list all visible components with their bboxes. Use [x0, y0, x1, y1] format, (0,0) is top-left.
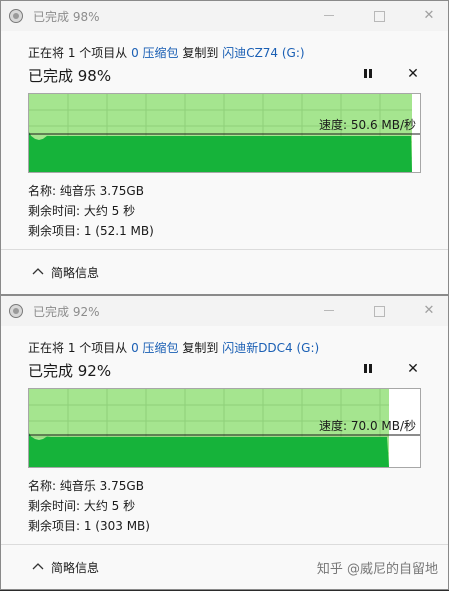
fewer-details-label: 简略信息	[51, 266, 100, 280]
cancel-button[interactable]: ✕	[405, 360, 421, 378]
time-remaining-row: 剩余时间: 大约 5 秒	[28, 204, 136, 218]
items-remaining-row: 剩余项目: 1 (303 MB)	[28, 519, 150, 533]
chevron-up-icon	[32, 563, 44, 570]
title-bar[interactable]: 已完成 92% ✕	[1, 296, 448, 326]
title-bar[interactable]: 已完成 98% ✕	[1, 1, 448, 31]
chevron-up-icon	[32, 268, 44, 275]
speed-graph: 速度: 70.0 MB/秒	[28, 388, 421, 468]
details: 名称: 纯音乐 3.75GB 剩余时间: 大约 5 秒 剩余项目: 1 (303…	[28, 476, 150, 536]
copy-description: 正在将 1 个项目从 0 压缩包 复制到 闪迪新DDC4 (G:)	[28, 339, 319, 356]
time-remaining-row: 剩余时间: 大约 5 秒	[28, 499, 136, 513]
source-link[interactable]: 0 压缩包	[131, 341, 178, 355]
copy-app-icon	[9, 9, 23, 23]
fewer-details-toggle[interactable]: 简略信息	[1, 250, 448, 296]
minimize-icon	[324, 310, 334, 311]
copy-dialog-2: 已完成 92% ✕ 正在将 1 个项目从 0 压缩包 复制到 闪迪新DDC4 (…	[0, 295, 449, 590]
desc-prefix: 正在将 1 个项目从	[28, 341, 132, 355]
speed-graph-svg	[29, 94, 420, 172]
maximize-button[interactable]	[369, 301, 389, 321]
pause-button[interactable]	[361, 362, 375, 376]
destination-link[interactable]: 闪迪CZ74 (G:)	[222, 46, 304, 60]
speed-graph: 速度: 50.6 MB/秒	[28, 93, 421, 173]
desc-middle: 复制到	[178, 46, 223, 60]
window-title: 已完成 92%	[33, 305, 100, 319]
percent-complete: 已完成 92%	[28, 362, 112, 380]
pause-button[interactable]	[361, 67, 375, 81]
maximize-icon	[373, 11, 385, 22]
desc-middle: 复制到	[178, 341, 223, 355]
details: 名称: 纯音乐 3.75GB 剩余时间: 大约 5 秒 剩余项目: 1 (52.…	[28, 181, 154, 241]
speed-area	[29, 433, 389, 467]
speed-label: 速度: 70.0 MB/秒	[319, 419, 417, 433]
cancel-button[interactable]: ✕	[405, 65, 421, 83]
close-button[interactable]: ✕	[419, 301, 439, 321]
minimize-button[interactable]	[319, 6, 339, 26]
name-row: 名称: 纯音乐 3.75GB	[28, 479, 144, 493]
maximize-icon	[373, 306, 385, 317]
copy-app-icon	[9, 304, 23, 318]
items-remaining-row: 剩余项目: 1 (52.1 MB)	[28, 224, 154, 238]
destination-link[interactable]: 闪迪新DDC4 (G:)	[222, 341, 319, 355]
desc-prefix: 正在将 1 个项目从	[28, 46, 132, 60]
speed-area	[29, 132, 412, 172]
name-row: 名称: 纯音乐 3.75GB	[28, 184, 144, 198]
maximize-button[interactable]	[369, 6, 389, 26]
source-link[interactable]: 0 压缩包	[131, 46, 178, 60]
minimize-icon	[324, 15, 334, 16]
fewer-details-label: 简略信息	[51, 561, 100, 575]
pause-icon	[364, 69, 367, 78]
window-title: 已完成 98%	[33, 10, 100, 24]
close-button[interactable]: ✕	[419, 6, 439, 26]
speed-label: 速度: 50.6 MB/秒	[319, 118, 417, 132]
copy-dialog-1: 已完成 98% ✕ 正在将 1 个项目从 0 压缩包 复制到 闪迪CZ74 (G…	[0, 0, 449, 295]
pause-icon	[364, 364, 367, 373]
watermark: 知乎 @威尼的自留地	[316, 562, 438, 577]
minimize-button[interactable]	[319, 301, 339, 321]
percent-complete: 已完成 98%	[28, 67, 112, 85]
copy-description: 正在将 1 个项目从 0 压缩包 复制到 闪迪CZ74 (G:)	[28, 44, 305, 61]
